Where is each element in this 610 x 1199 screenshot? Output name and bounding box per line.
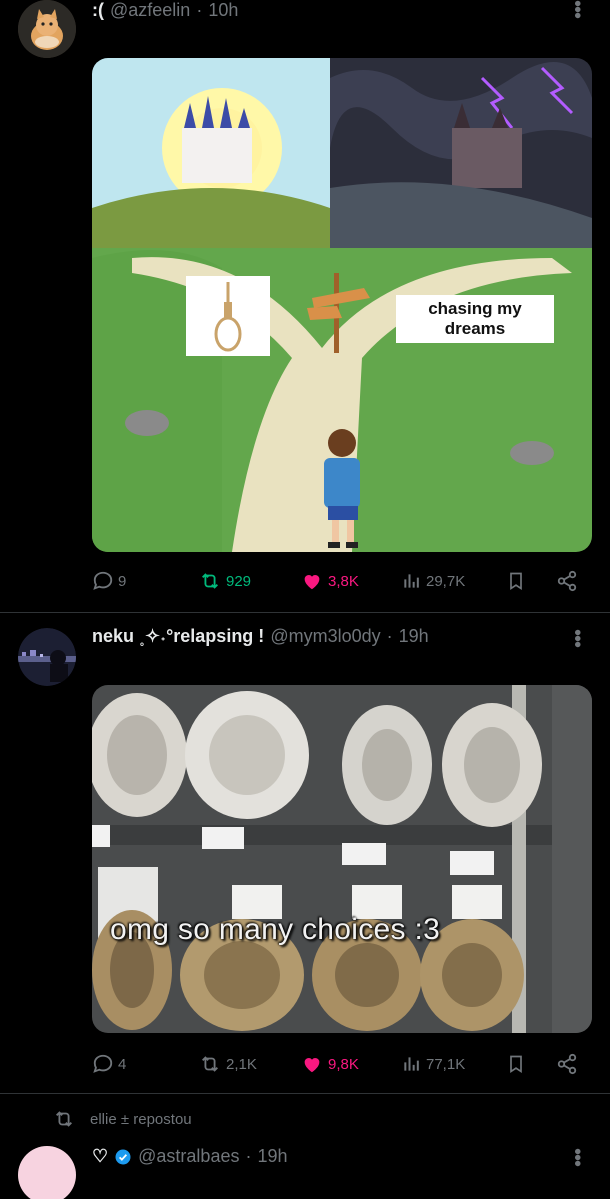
share-button[interactable] xyxy=(556,570,578,592)
like-button[interactable]: 9,8K xyxy=(300,1053,359,1075)
post-2[interactable]: neku ˳✧˖°relapsing ! @mym3lo0dy · 19h ••… xyxy=(0,613,610,1093)
reply-button[interactable]: 4 xyxy=(92,1053,126,1075)
views-chart-icon xyxy=(404,574,419,588)
repost-notice-text: ellie ± repostou xyxy=(90,1110,192,1128)
post-divider xyxy=(0,1093,610,1094)
rope-store-photo-image xyxy=(92,685,592,1033)
post-header: :( @azfeelin · 10h xyxy=(92,0,238,21)
reply-icon xyxy=(93,571,113,590)
repost-button[interactable]: 2,1K xyxy=(198,1053,257,1075)
author-name-symbol[interactable]: ♡ xyxy=(92,1146,108,1167)
meme-caption: omg so many choices :3 xyxy=(110,913,441,946)
reply-icon xyxy=(93,1054,113,1073)
avatar[interactable] xyxy=(18,1146,76,1199)
night-city-avatar-icon xyxy=(18,628,76,686)
bookmark-button[interactable] xyxy=(506,1053,526,1075)
action-bar: 4 2,1K 9,8K 77,1K xyxy=(92,1049,592,1079)
post-time[interactable]: 10h xyxy=(208,0,238,21)
left-path-label xyxy=(186,276,270,356)
views-button[interactable]: 77,1K xyxy=(402,1054,465,1074)
post-header: neku ˳✧˖°relapsing ! @mym3lo0dy · 19h xyxy=(92,626,429,647)
reply-button[interactable]: 9 xyxy=(92,570,126,592)
separator-dot: · xyxy=(386,626,393,646)
right-path-label: chasing my dreams xyxy=(396,295,554,343)
author-handle[interactable]: @astralbaes xyxy=(138,1146,239,1167)
separator-dot: · xyxy=(196,0,203,20)
views-button[interactable]: 29,7K xyxy=(402,571,465,591)
repost-icon xyxy=(202,1056,218,1072)
more-options-icon[interactable]: ••• xyxy=(565,0,588,18)
more-options-icon[interactable]: ••• xyxy=(565,629,588,647)
post-3[interactable]: ♡ @astralbaes · 19h ••• xyxy=(0,1140,610,1199)
post-1[interactable]: :( @azfeelin · 10h ••• chasing my dreams… xyxy=(0,0,610,612)
post-time[interactable]: 19h xyxy=(257,1146,287,1167)
share-icon xyxy=(557,570,577,592)
like-button[interactable]: 3,8K xyxy=(300,570,359,592)
post-media[interactable]: chasing my dreams xyxy=(92,58,592,552)
author-handle[interactable]: @mym3lo0dy xyxy=(270,626,380,647)
avatar[interactable] xyxy=(18,0,76,58)
repost-count: 929 xyxy=(226,572,252,590)
bookmark-button[interactable] xyxy=(506,570,526,592)
heart-filled-icon xyxy=(304,575,320,590)
repost-icon xyxy=(202,573,218,589)
repost-count: 2,1K xyxy=(226,1055,257,1073)
share-icon xyxy=(557,1053,577,1075)
share-button[interactable] xyxy=(556,1053,578,1075)
author-name[interactable]: :( xyxy=(92,0,104,21)
like-count: 9,8K xyxy=(328,1055,359,1073)
post-header: ♡ @astralbaes · 19h xyxy=(92,1146,288,1167)
views-count: 29,7K xyxy=(426,572,466,590)
post-time[interactable]: 19h xyxy=(399,626,429,647)
repost-button[interactable]: 929 xyxy=(198,570,251,592)
noose-icon xyxy=(214,282,242,352)
views-chart-icon xyxy=(404,1057,419,1071)
bookmark-icon xyxy=(510,1055,522,1074)
author-name[interactable]: neku ˳✧˖°relapsing ! xyxy=(92,626,264,647)
cat-photo-avatar-icon xyxy=(18,0,76,58)
separator-dot: · xyxy=(245,1146,252,1166)
repost-icon xyxy=(56,1111,72,1127)
repost-notice[interactable]: ellie ± repostou xyxy=(52,1108,192,1130)
reply-count: 4 xyxy=(118,1055,127,1073)
bookmark-icon xyxy=(510,572,522,591)
like-count: 3,8K xyxy=(328,572,359,590)
heart-filled-icon xyxy=(304,1058,320,1073)
verified-badge-icon xyxy=(115,1149,131,1164)
avatar[interactable] xyxy=(18,628,76,686)
post-media[interactable]: omg so many choices :3 xyxy=(92,685,592,1033)
author-handle[interactable]: @azfeelin xyxy=(110,0,190,21)
action-bar: 9 929 3,8K 29,7K xyxy=(92,566,592,596)
more-options-icon[interactable]: ••• xyxy=(565,1148,588,1166)
views-count: 77,1K xyxy=(426,1055,466,1073)
reply-count: 9 xyxy=(118,572,127,590)
